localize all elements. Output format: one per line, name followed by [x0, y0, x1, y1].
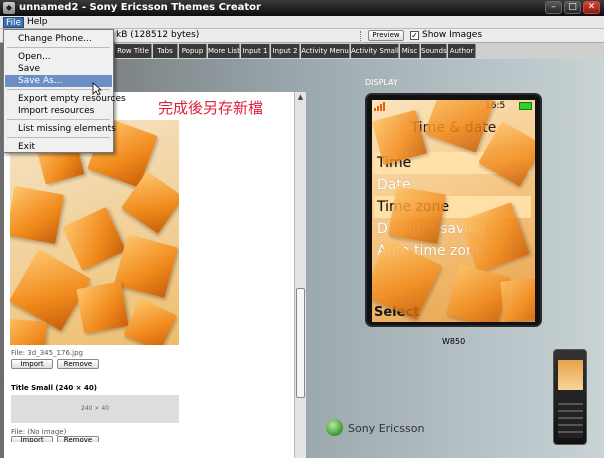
import-button-2[interactable]: Import: [11, 436, 53, 442]
menu-item-exit[interactable]: Exit: [5, 141, 112, 153]
remove-button-2[interactable]: Remove: [57, 436, 99, 442]
background-file-label: File: 3d_345_176.jpg: [11, 349, 83, 357]
brand-name: Sony Ericsson: [348, 422, 425, 435]
phone-screen: 16:5 Time & date TimeDateTime zoneDaylig…: [372, 100, 535, 322]
close-icon[interactable]: ✕: [583, 1, 600, 14]
app-icon[interactable]: ◆: [3, 2, 15, 14]
window-title: unnamed2 - Sony Ericsson Themes Creator: [19, 2, 261, 13]
vertical-scrollbar[interactable]: ▲: [294, 92, 306, 458]
tab-misc[interactable]: Misc: [400, 44, 420, 58]
signal-icon: [374, 102, 388, 111]
tab-input-2[interactable]: Input 2: [271, 44, 300, 58]
annotation-text: 完成後另存新檔: [158, 99, 264, 117]
show-images-checkbox[interactable]: ✓: [410, 31, 419, 40]
cube-shape: [62, 207, 126, 271]
tab-sounds[interactable]: Sounds: [421, 44, 447, 58]
cube-shape: [76, 281, 129, 334]
cube-shape: [424, 100, 495, 153]
title-small-preview: 240 × 40: [11, 395, 179, 423]
menu-item-import-resources[interactable]: Import resources: [5, 105, 112, 117]
tab-activity-small[interactable]: Activity Small: [351, 44, 399, 58]
menu-item-open[interactable]: Open...: [5, 51, 112, 63]
background-image-preview: [10, 120, 179, 345]
display-label: DISPLAY: [365, 78, 398, 87]
menu-item-save[interactable]: Save: [5, 63, 112, 75]
remove-button[interactable]: Remove: [57, 359, 99, 369]
toolbar-grip[interactable]: [360, 31, 362, 41]
maximize-icon[interactable]: □: [564, 1, 581, 14]
title-bar[interactable]: ◆ unnamed2 - Sony Ericsson Themes Creato…: [0, 0, 604, 16]
scroll-up-icon[interactable]: ▲: [296, 93, 305, 102]
mouse-cursor-icon: [92, 82, 102, 96]
cube-shape: [10, 318, 47, 345]
preview-button[interactable]: Preview: [368, 30, 404, 41]
cube-shape: [500, 278, 535, 322]
tab-author[interactable]: Author: [448, 44, 476, 58]
tab-activity-menu[interactable]: Activity Menu: [301, 44, 350, 58]
cube-shape: [388, 186, 446, 244]
menu-separator: [7, 119, 110, 120]
tab-row-title[interactable]: Row Title: [115, 44, 152, 58]
phone-thumbnail-image: [553, 349, 587, 445]
theme-size-text: kB (128512 bytes): [116, 30, 200, 40]
sony-ericsson-logo-icon: [326, 419, 343, 436]
brand: Sony Ericsson: [326, 419, 446, 439]
phone-preview: 16:5 Time & date TimeDateTime zoneDaylig…: [365, 93, 542, 327]
battery-icon: [519, 102, 532, 110]
title-small-label: Title Small (240 × 40): [11, 384, 97, 392]
import-button[interactable]: Import: [11, 359, 53, 369]
tab-strip: Row Title Tabs Popup More List Input 1 Input …: [115, 43, 604, 59]
menu-item-change-phone[interactable]: Change Phone...: [5, 33, 112, 45]
cube-shape: [114, 234, 178, 298]
cube-shape: [446, 264, 510, 322]
tab-more-list[interactable]: More List: [208, 44, 240, 58]
title-small-file-label: File: (No image): [11, 428, 67, 436]
tab-tabs[interactable]: Tabs: [153, 44, 178, 58]
menu-help[interactable]: Help: [25, 17, 50, 28]
app-window: ◆ unnamed2 - Sony Ericsson Themes Creato…: [0, 0, 604, 458]
menu-file[interactable]: File: [3, 17, 25, 28]
tab-input-1[interactable]: Input 1: [241, 44, 270, 58]
menu-bar: File Help: [0, 16, 604, 29]
minimize-icon[interactable]: –: [545, 1, 562, 14]
cube-shape: [123, 298, 177, 345]
menu-separator: [7, 47, 110, 48]
phone-model-label: W850: [442, 337, 466, 346]
cube-shape: [10, 186, 64, 244]
tab-popup[interactable]: Popup: [179, 44, 207, 58]
show-images-label: Show Images: [422, 30, 483, 40]
menu-item-list-missing-elements[interactable]: List missing elements: [5, 123, 116, 135]
scroll-thumb[interactable]: [296, 288, 305, 398]
menu-separator: [7, 137, 110, 138]
